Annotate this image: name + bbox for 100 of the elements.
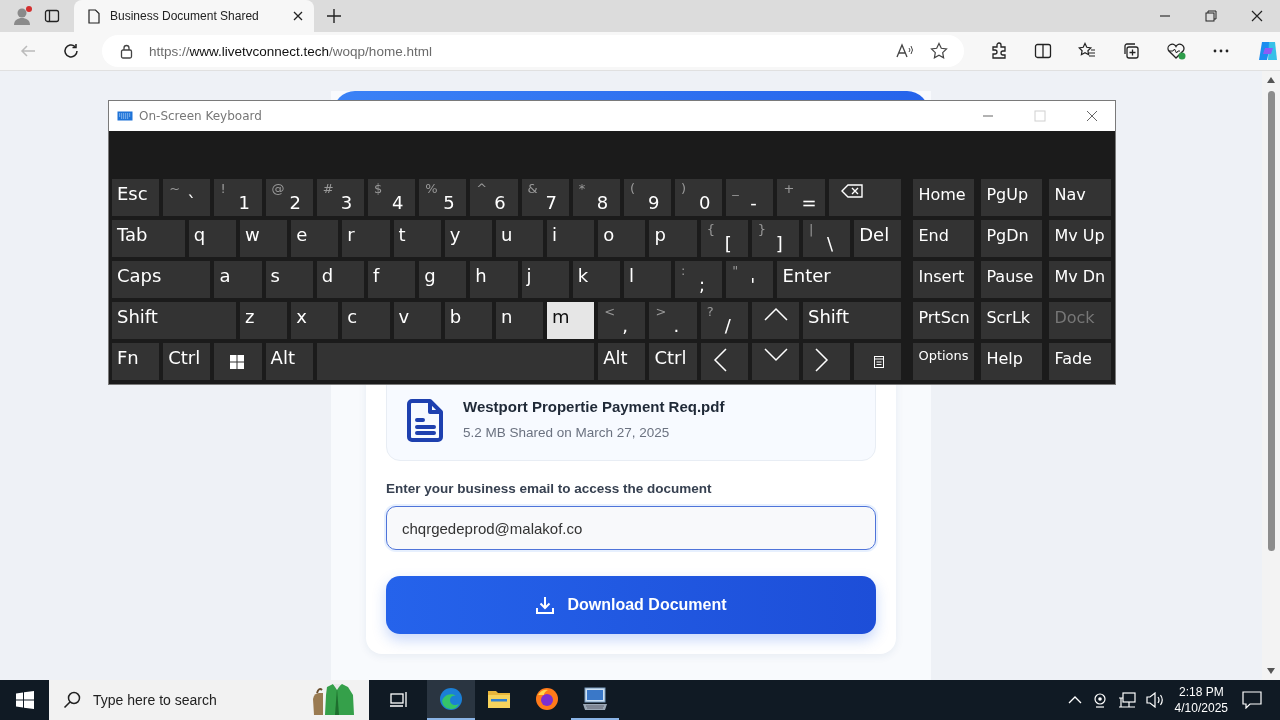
keyboard-key[interactable]: Pause (981, 261, 1043, 298)
keyboard-key[interactable]: ~ ` (163, 179, 211, 216)
keyboard-key[interactable]: PgDn (981, 220, 1043, 257)
collections-icon[interactable] (1122, 42, 1140, 60)
heart-pulse-icon[interactable] (1166, 42, 1186, 60)
keyboard-key[interactable]: ) 0 (675, 179, 723, 216)
keyboard-key[interactable]: PrtScn (913, 302, 975, 339)
copilot-icon[interactable] (1256, 39, 1280, 63)
keyboard-key[interactable]: Shift (112, 302, 236, 339)
notifications-icon[interactable] (1242, 691, 1262, 709)
keyboard-key[interactable]: { [ (700, 220, 748, 257)
star-icon[interactable] (930, 42, 948, 60)
address-field[interactable]: https://www.livetvconnect.tech/woqp/home.html (102, 35, 964, 67)
chevron-up-icon[interactable] (1067, 695, 1082, 705)
keyboard-key[interactable]: ^ 6 (470, 179, 518, 216)
download-button[interactable]: Download Document (386, 576, 876, 634)
keyboard-key[interactable]: a (214, 261, 262, 298)
keyboard-key[interactable]: Help (981, 343, 1043, 380)
keyboard-key[interactable]: h (470, 261, 518, 298)
keyboard-key[interactable]: Enter (777, 261, 902, 298)
keyboard-key[interactable]: Alt (598, 343, 646, 380)
keyboard-key[interactable]: ( 9 (623, 179, 672, 216)
keyboard-key[interactable]: < , (598, 302, 646, 339)
keyboard-key[interactable]: Alt (265, 343, 313, 380)
read-aloud-icon[interactable] (896, 43, 914, 59)
keyboard-key[interactable]: s (265, 261, 313, 298)
keyboard-key[interactable]: x (291, 302, 339, 339)
keyboard-key[interactable]: Fn (112, 343, 160, 380)
keyboard-key[interactable]: r (342, 220, 390, 257)
keyboard-key[interactable]: * 8 (572, 179, 620, 216)
volume-icon[interactable] (1145, 692, 1164, 708)
keyboard-key[interactable]: p (649, 220, 697, 257)
keyboard-key[interactable]: Nav (1049, 179, 1112, 216)
network-icon[interactable] (1117, 692, 1136, 708)
keyboard-key[interactable]: q (188, 220, 236, 257)
keyboard-key[interactable]: c (342, 302, 390, 339)
keyboard-key[interactable]: j (521, 261, 569, 298)
keyboard-key[interactable]: Insert (913, 261, 975, 298)
tab-actions-icon[interactable] (44, 8, 60, 24)
browser-tab[interactable]: Business Document Shared (74, 0, 314, 32)
keyboard-key[interactable]: ? / (700, 302, 748, 339)
keyboard-key[interactable]: Tab (112, 220, 185, 257)
scroll-up-icon[interactable] (1267, 77, 1275, 83)
keyboard-key[interactable]: Esc (112, 179, 160, 216)
keyboard-key[interactable]: _ - (726, 179, 774, 216)
keyboard-key[interactable] (700, 343, 748, 380)
refresh-icon[interactable] (62, 42, 80, 60)
keyboard-key[interactable]: & 7 (521, 179, 569, 216)
keyboard-key[interactable]: z (239, 302, 288, 339)
keyboard-key[interactable]: @ 2 (265, 179, 313, 216)
keyboard-key[interactable]: Mv Dn (1049, 261, 1112, 298)
taskbar-search-field[interactable]: Type here to search (49, 680, 369, 720)
extensions-icon[interactable] (990, 42, 1008, 60)
keyboard-key[interactable]: > . (649, 302, 697, 339)
keyboard-key[interactable]: w (239, 220, 288, 257)
keyboard-key[interactable] (751, 343, 800, 380)
keyboard-key[interactable]: n (495, 302, 544, 339)
keyboard-key[interactable]: Ctrl (649, 343, 697, 380)
keyboard-key[interactable]: e (291, 220, 339, 257)
keyboard-key[interactable]: Mv Up (1049, 220, 1112, 257)
close-icon[interactable] (292, 10, 304, 22)
favorites-icon[interactable] (1078, 42, 1096, 60)
edge-app-button[interactable] (427, 680, 475, 720)
keyboard-key[interactable]: PgUp (981, 179, 1043, 216)
keyboard-key[interactable]: Options (913, 343, 975, 380)
keyboard-key[interactable]: } ] (751, 220, 800, 257)
clock[interactable]: 2:18 PM 4/10/2025 (1174, 684, 1228, 716)
keyboard-key[interactable]: ScrLk (981, 302, 1043, 339)
split-screen-icon[interactable] (1034, 42, 1052, 60)
profile-icon[interactable] (11, 5, 33, 27)
keyboard-key[interactable] (803, 343, 851, 380)
keyboard-key[interactable]: Ctrl (163, 343, 211, 380)
keyboard-key[interactable]: ! 1 (214, 179, 262, 216)
keyboard-key[interactable] (854, 343, 902, 380)
webcam-icon[interactable] (1091, 692, 1108, 708)
scrollbar[interactable] (1262, 71, 1280, 680)
keyboard-key[interactable]: o (598, 220, 646, 257)
close-icon[interactable] (1251, 10, 1263, 22)
keyboard-key[interactable]: : ; (675, 261, 723, 298)
keyboard-key[interactable]: i (547, 220, 595, 257)
keyboard-key[interactable] (751, 302, 800, 339)
keyboard-key[interactable]: Del (854, 220, 902, 257)
keyboard-key[interactable]: k (572, 261, 620, 298)
keyboard-key[interactable] (828, 179, 902, 216)
restore-icon[interactable] (1205, 10, 1217, 22)
keyboard-key[interactable]: g (419, 261, 467, 298)
keyboard-key[interactable]: # 3 (316, 179, 364, 216)
keyboard-key[interactable]: Shift (803, 302, 902, 339)
keyboard-key[interactable]: d (316, 261, 364, 298)
keyboard-key[interactable]: $ 4 (367, 179, 416, 216)
keyboard-key[interactable]: u (495, 220, 544, 257)
keyboard-key[interactable]: + = (777, 179, 825, 216)
keyboard-key[interactable]: m (547, 302, 595, 339)
keyboard-key[interactable]: Home (913, 179, 975, 216)
keyboard-key[interactable]: | \ (803, 220, 851, 257)
keyboard-key[interactable]: Caps (112, 261, 211, 298)
keyboard-key[interactable]: b (444, 302, 492, 339)
keyboard-key[interactable]: t (393, 220, 441, 257)
keyboard-key[interactable] (214, 343, 262, 380)
keyboard-key[interactable]: End (913, 220, 975, 257)
